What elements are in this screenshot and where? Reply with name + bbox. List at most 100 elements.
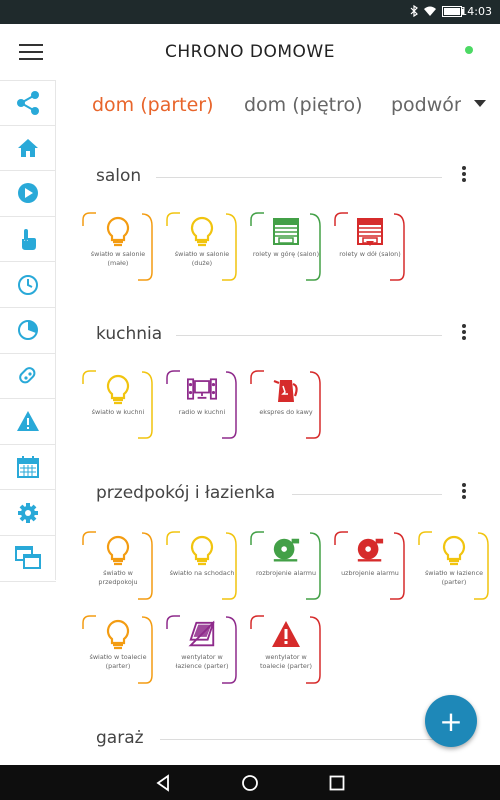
add-button[interactable]: + xyxy=(425,695,477,747)
device-label: rozbrojenie alarmu xyxy=(255,569,317,577)
device-label: wentylator w łazience (parter) xyxy=(175,653,229,670)
device-tile[interactable]: rolety w górę (salon) xyxy=(250,212,322,282)
status-icons xyxy=(410,5,464,17)
device-tile[interactable]: radio w kuchni xyxy=(166,370,238,440)
section-menu-icon[interactable] xyxy=(460,166,468,186)
section-title: garaż xyxy=(96,728,144,748)
tab-dom-parter[interactable]: dom (parter) xyxy=(92,94,214,116)
bulb-icon xyxy=(187,535,217,567)
device-tile[interactable]: światło w toalecie (parter) xyxy=(82,615,154,685)
device-label: radio w kuchni xyxy=(178,408,226,416)
clock-icon xyxy=(18,274,38,295)
tab-podworko[interactable]: podwórko xyxy=(391,94,461,116)
section-menu-icon[interactable] xyxy=(460,483,468,503)
blinds-up-icon xyxy=(271,216,301,248)
touch-icon xyxy=(22,229,36,251)
share-icon xyxy=(17,90,39,115)
device-label: światło w toalecie (parter) xyxy=(89,653,147,670)
section-title: salon xyxy=(96,166,142,186)
tab-dom-pietro[interactable]: dom (piętro) xyxy=(244,94,363,116)
remote-control-icon xyxy=(19,367,36,384)
sidebar-item-scenes[interactable] xyxy=(0,171,56,217)
warning-icon xyxy=(17,411,39,432)
section-menu-icon[interactable] xyxy=(460,324,468,344)
device-tile[interactable]: ekspres do kawy xyxy=(250,370,322,440)
bulb-icon xyxy=(103,216,133,248)
device-label: rolety w górę (salon) xyxy=(252,250,320,258)
bulb-icon xyxy=(103,374,133,406)
section-header-kuchnia: kuchnia xyxy=(96,324,480,354)
window-icon xyxy=(187,619,217,651)
section-divider xyxy=(176,335,442,336)
device-tile[interactable]: uzbrojenie alarmu xyxy=(334,531,406,601)
device-label: światło w łazience (parter) xyxy=(424,569,484,586)
section-divider xyxy=(292,494,442,495)
sidebar-item-clock[interactable] xyxy=(0,262,56,308)
device-tile[interactable]: rozbrojenie alarmu xyxy=(250,531,322,601)
app-bar: CHRONO DOMOWE xyxy=(0,24,500,80)
stereo-icon xyxy=(187,374,217,406)
status-bar: 14:03 xyxy=(0,0,500,24)
sidebar-item-home[interactable] xyxy=(0,126,56,172)
sidebar-item-windows[interactable] xyxy=(0,536,56,582)
device-tile[interactable]: rolety w dół (salon) xyxy=(334,212,406,282)
play-icon xyxy=(18,183,38,204)
sidebar-item-touch[interactable] xyxy=(0,217,56,263)
section-title: przedpokój i łazienka xyxy=(96,483,276,503)
bluetooth-icon xyxy=(410,5,418,17)
device-label: rolety w dół (salon) xyxy=(339,250,401,258)
device-label: światło na schodach xyxy=(169,569,235,577)
device-label: uzbrojenie alarmu xyxy=(341,569,399,577)
section-header-salon: salon xyxy=(96,166,480,196)
device-label: ekspres do kawy xyxy=(259,408,313,416)
section-divider xyxy=(160,739,442,740)
section-header-garaz: garaż xyxy=(96,728,480,758)
blinds-down-icon xyxy=(355,216,385,248)
app-title: CHRONO DOMOWE xyxy=(165,42,335,62)
section-divider xyxy=(156,177,442,178)
back-icon[interactable] xyxy=(154,774,172,792)
sidebar-item-statistics[interactable] xyxy=(0,308,56,354)
device-tile[interactable]: wentylator w toalecie (parter) xyxy=(250,615,322,685)
kettle-icon xyxy=(271,374,301,406)
connection-status-dot xyxy=(465,46,473,54)
system-nav-bar xyxy=(0,765,500,800)
home-circle-icon[interactable] xyxy=(241,774,259,792)
sidebar xyxy=(0,80,56,582)
device-tile[interactable]: światło w przedpokoju xyxy=(82,531,154,601)
bulb-icon xyxy=(103,535,133,567)
device-label: światło w salonie (małe) xyxy=(90,250,146,267)
sidebar-item-calendar[interactable] xyxy=(0,445,56,491)
calendar-icon xyxy=(17,456,39,479)
pie-chart-icon xyxy=(18,320,38,341)
device-tile[interactable]: światło na schodach xyxy=(166,531,238,601)
device-tile[interactable]: światło w salonie (duże) xyxy=(166,212,238,282)
windows-icon xyxy=(15,546,41,570)
sidebar-item-settings[interactable] xyxy=(0,490,56,536)
wifi-icon xyxy=(424,6,436,16)
alarm-bell-icon xyxy=(355,535,385,567)
device-label: światło w przedpokoju xyxy=(98,569,138,586)
bulb-icon xyxy=(187,216,217,248)
alarm-bell-icon xyxy=(271,535,301,567)
section-header-przedpokoj: przedpokój i łazienka xyxy=(96,483,480,513)
bulb-icon xyxy=(103,619,133,651)
device-label: światło w salonie (duże) xyxy=(174,250,230,267)
device-tile[interactable]: wentylator w łazience (parter) xyxy=(166,615,238,685)
device-label: światło w kuchni xyxy=(91,408,145,416)
device-tile[interactable]: światło w salonie (małe) xyxy=(82,212,154,282)
status-time: 14:03 xyxy=(460,5,492,18)
bulb-icon xyxy=(439,535,469,567)
recents-icon[interactable] xyxy=(328,774,346,792)
device-tile[interactable]: światło w kuchni xyxy=(82,370,154,440)
section-title: kuchnia xyxy=(96,324,163,344)
room-tabs: dom (parter) dom (piętro) podwórko xyxy=(56,80,500,130)
device-label: wentylator w toalecie (parter) xyxy=(260,653,312,670)
sidebar-item-remote[interactable] xyxy=(0,354,56,400)
warning-triangle-icon xyxy=(271,619,301,651)
sidebar-item-alerts[interactable] xyxy=(0,399,56,445)
tabs-dropdown-icon[interactable] xyxy=(474,100,486,107)
home-icon xyxy=(18,138,38,157)
sidebar-item-share[interactable] xyxy=(0,80,56,126)
device-tile[interactable]: światło w łazience (parter) xyxy=(418,531,490,601)
